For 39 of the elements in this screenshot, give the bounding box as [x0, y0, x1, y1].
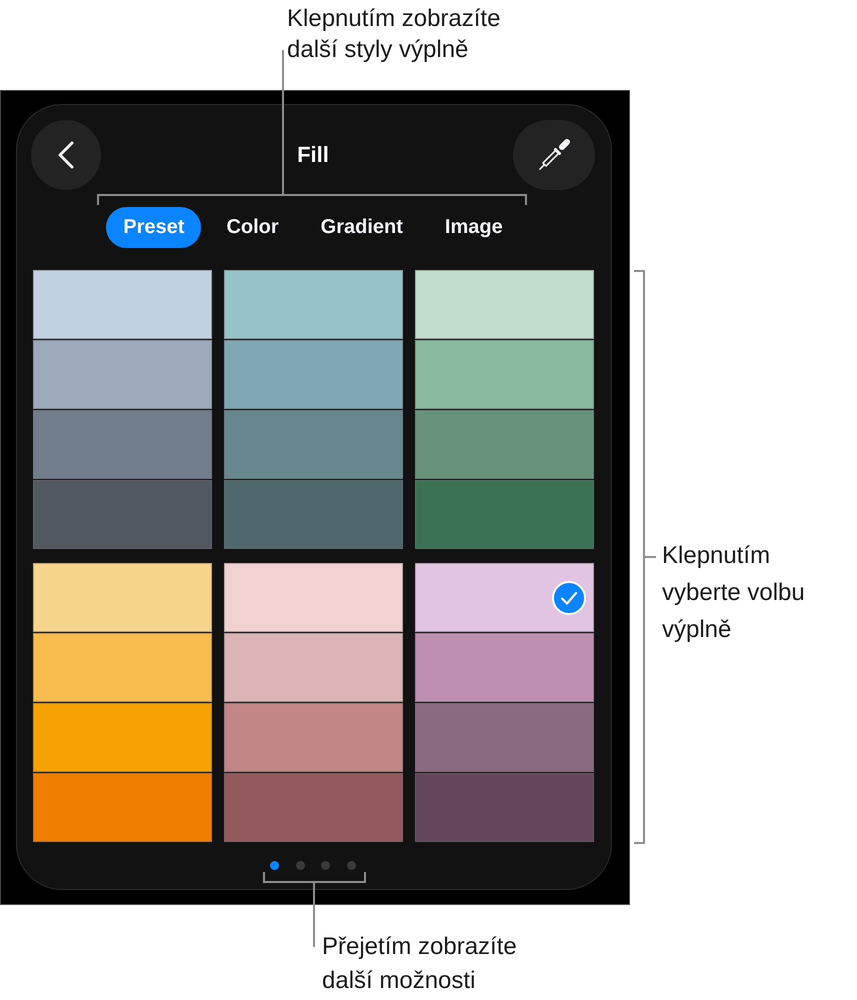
checkmark-icon: [552, 580, 586, 614]
tab[interactable]: Gradient: [304, 207, 420, 248]
page-dot[interactable]: [347, 861, 356, 870]
callout-text: Přejetím zobrazíte další možnosti: [322, 932, 518, 996]
color-swatch[interactable]: [224, 563, 402, 632]
tab[interactable]: Preset: [106, 207, 202, 248]
page-dot[interactable]: [296, 861, 305, 870]
color-swatch[interactable]: [224, 773, 402, 842]
callout-text: Klepnutím zobrazíte další styly výplně: [287, 4, 502, 65]
page-dot[interactable]: [321, 861, 330, 870]
color-swatch[interactable]: [32, 480, 212, 549]
color-swatch[interactable]: [32, 270, 212, 339]
color-swatch[interactable]: [414, 563, 594, 632]
color-swatch[interactable]: [224, 480, 402, 549]
color-swatch[interactable]: [224, 633, 402, 702]
color-swatch[interactable]: [414, 633, 594, 702]
color-swatch[interactable]: [32, 773, 212, 842]
callout-text: Klepnutím vyberte volbu výplně: [662, 541, 806, 645]
tab[interactable]: Image: [428, 207, 520, 248]
color-swatch[interactable]: [224, 703, 402, 772]
color-swatch[interactable]: [32, 410, 212, 479]
color-swatch[interactable]: [32, 340, 212, 409]
panel-title: Fill: [297, 142, 329, 168]
eyedropper-icon: [537, 138, 571, 172]
color-swatch[interactable]: [224, 340, 402, 409]
page-dot[interactable]: [270, 861, 279, 870]
color-swatch[interactable]: [224, 410, 402, 479]
color-swatch[interactable]: [32, 563, 212, 632]
color-swatch[interactable]: [224, 270, 402, 339]
color-swatch[interactable]: [414, 703, 594, 772]
color-swatch[interactable]: [32, 633, 212, 702]
color-swatch[interactable]: [414, 410, 594, 479]
tab[interactable]: Color: [209, 207, 296, 248]
color-swatch[interactable]: [414, 270, 594, 339]
color-swatch[interactable]: [414, 480, 594, 549]
color-swatch[interactable]: [414, 340, 594, 409]
color-swatch[interactable]: [414, 773, 594, 842]
color-swatch[interactable]: [32, 703, 212, 772]
chevron-left-icon: [58, 141, 74, 169]
